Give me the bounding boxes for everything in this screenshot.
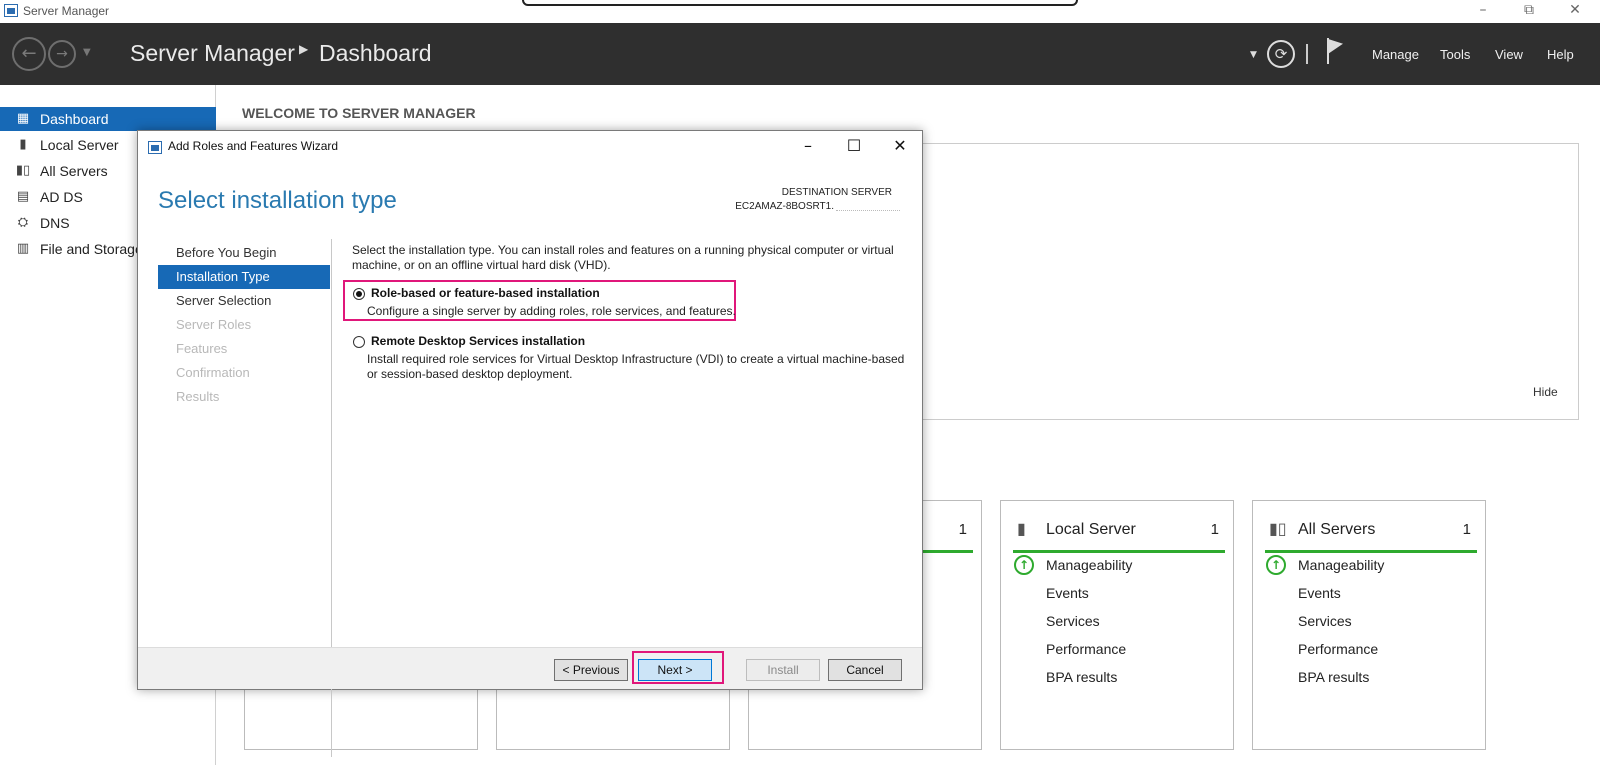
menu-help[interactable]: Help — [1547, 47, 1574, 62]
tile-count: 1 — [1210, 521, 1219, 538]
install-button: Install — [746, 659, 820, 681]
tile-row-manageability[interactable]: Manageability — [1046, 557, 1132, 573]
tile-row-events[interactable]: Events — [1298, 585, 1341, 601]
radio-remote-desktop[interactable] — [353, 336, 365, 348]
previous-button[interactable]: < Previous — [554, 659, 628, 681]
tile-row-performance[interactable]: Performance — [1046, 641, 1126, 657]
header-bar: ← → ▼ Server Manager ▶ Dashboard ▼ ⟳ Man… — [0, 23, 1600, 85]
back-icon[interactable]: ← — [12, 37, 46, 71]
tile-row-manageability[interactable]: Manageability — [1298, 557, 1384, 573]
tile-row-services[interactable]: Services — [1046, 613, 1100, 629]
sidebar-item-label: All Servers — [40, 163, 108, 179]
tile-row-events[interactable]: Events — [1046, 585, 1089, 601]
close-button[interactable]: ✕ — [1552, 0, 1598, 22]
welcome-heading: WELCOME TO SERVER MANAGER — [242, 105, 476, 121]
sidebar-item-label: AD DS — [40, 189, 83, 205]
manageability-ok-icon: ↑ — [1266, 555, 1286, 575]
restore-button[interactable]: ⧉ — [1506, 0, 1552, 22]
server-icon: ▮ — [1017, 519, 1026, 538]
wizard-title: Add Roles and Features Wizard — [168, 139, 339, 153]
servers-icon: ▮▯ — [15, 163, 31, 178]
dashboard-icon: ▦ — [16, 111, 30, 126]
destination-server-redacted — [836, 201, 900, 211]
wizard-app-icon — [148, 141, 162, 154]
refresh-icon[interactable]: ⟳ — [1267, 40, 1295, 68]
hide-link[interactable]: Hide — [1533, 385, 1558, 399]
forward-icon[interactable]: → — [48, 40, 76, 68]
wizard-minimize-button[interactable]: – — [786, 135, 830, 159]
tile-title[interactable]: Local Server — [1046, 521, 1136, 539]
destination-server-value: EC2AMAZ-8BOSRT1. — [735, 201, 834, 212]
breadcrumb-separator-icon: ▶ — [299, 42, 309, 56]
tile-row-bpa-results[interactable]: BPA results — [1046, 669, 1117, 685]
sidebar-item-dashboard[interactable]: ▦ Dashboard — [0, 107, 216, 131]
step-server-selection[interactable]: Server Selection — [158, 289, 330, 313]
sidebar-item-label: Local Server — [40, 137, 119, 153]
tile-row-services[interactable]: Services — [1298, 613, 1352, 629]
tile-all-servers[interactable]: ▮▯ All Servers 1 ↑ Manageability Events … — [1252, 500, 1486, 750]
add-roles-wizard-dialog: Add Roles and Features Wizard – ☐ ✕ Sele… — [137, 130, 923, 757]
step-features: Features — [176, 341, 228, 356]
step-server-roles: Server Roles — [176, 317, 252, 332]
ad-ds-icon: ▤ — [16, 189, 30, 204]
tile-count: 1 — [958, 521, 967, 538]
option-remote-desktop-title[interactable]: Remote Desktop Services installation — [371, 334, 585, 348]
window-titlebar: Server Manager – ⧉ ✕ — [0, 0, 1600, 23]
tile-header: ▮▯ All Servers 1 — [1265, 517, 1477, 553]
server-icon: ▮ — [19, 137, 27, 152]
tile-header: ▮ Local Server 1 — [1013, 517, 1225, 553]
history-dropdown-icon[interactable]: ▼ — [83, 47, 91, 58]
breadcrumb-dashboard: Dashboard — [319, 40, 432, 66]
dropdown-icon[interactable]: ▼ — [1250, 50, 1257, 60]
destination-server-label: DESTINATION SERVER — [781, 187, 892, 198]
flag-shape — [1329, 36, 1343, 54]
option-remote-desktop-desc: Install required role services for Virtu… — [367, 352, 905, 381]
sidebar-item-label: File and Storage — [40, 241, 143, 257]
option-role-based-title[interactable]: Role-based or feature-based installation — [371, 286, 600, 300]
tile-local-server[interactable]: ▮ Local Server 1 ↑ Manageability Events … — [1000, 500, 1234, 750]
menu-view[interactable]: View — [1495, 47, 1523, 62]
servers-icon: ▮▯ — [1269, 519, 1287, 538]
breadcrumb-server-manager[interactable]: Server Manager — [130, 40, 295, 67]
tile-row-bpa-results[interactable]: BPA results — [1298, 669, 1369, 685]
dns-icon: ⛭ — [17, 215, 29, 230]
tile-title[interactable]: All Servers — [1298, 521, 1375, 539]
minimize-button[interactable]: – — [1460, 0, 1506, 22]
tile-count: 1 — [1462, 521, 1471, 538]
server-manager-app-icon — [4, 4, 18, 17]
file-storage-icon: ▥ — [16, 241, 30, 256]
step-confirmation: Confirmation — [176, 365, 250, 380]
wizard-close-button[interactable]: ✕ — [878, 135, 922, 159]
step-before-you-begin[interactable]: Before You Begin — [158, 241, 330, 265]
window-title: Server Manager — [23, 4, 110, 18]
sidebar-item-label: Dashboard — [40, 111, 109, 127]
header-divider — [1306, 44, 1308, 64]
wizard-heading: Select installation type — [158, 187, 397, 214]
manageability-ok-icon: ↑ — [1014, 555, 1034, 575]
screen-notch — [522, 0, 1078, 6]
radio-role-based[interactable] — [353, 288, 365, 300]
next-button[interactable]: Next > — [638, 659, 712, 681]
option-role-based-desc: Configure a single server by adding role… — [367, 304, 736, 318]
menu-manage[interactable]: Manage — [1372, 47, 1419, 62]
sidebar-item-label: DNS — [40, 215, 70, 231]
tile-row-performance[interactable]: Performance — [1298, 641, 1378, 657]
installation-type-description: Select the installation type. You can in… — [352, 243, 894, 272]
step-installation-type[interactable]: Installation Type — [158, 265, 330, 289]
step-results: Results — [176, 389, 220, 404]
menu-tools[interactable]: Tools — [1440, 47, 1470, 62]
cancel-button[interactable]: Cancel — [828, 659, 902, 681]
wizard-maximize-button[interactable]: ☐ — [832, 135, 876, 159]
